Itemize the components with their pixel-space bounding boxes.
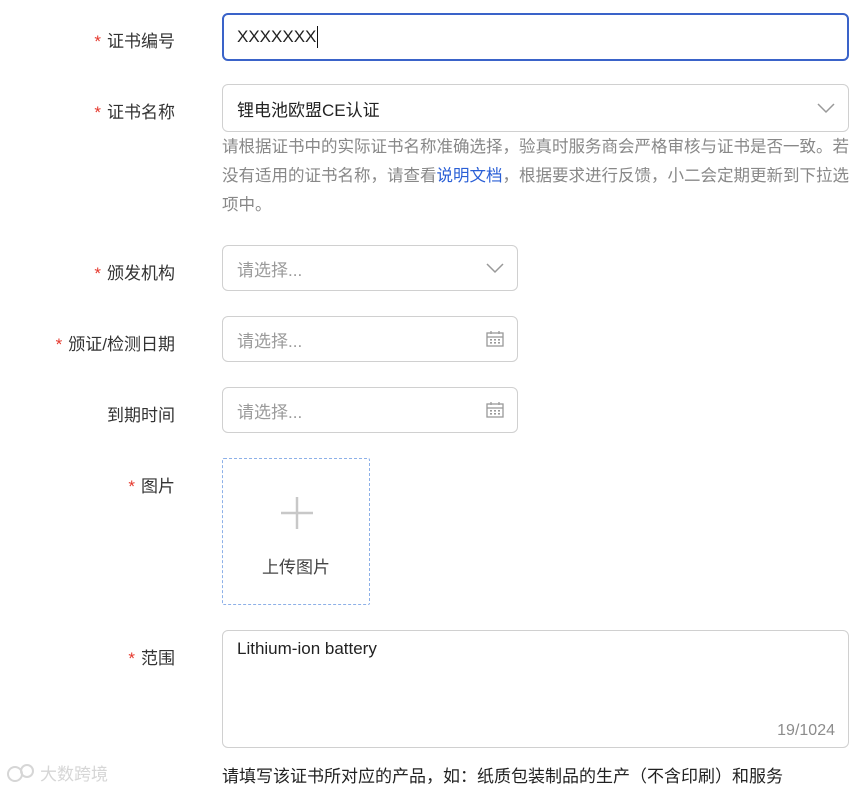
chevron-down-icon <box>817 103 835 114</box>
text-caret <box>317 26 319 48</box>
issue-date-placeholder: 请选择... <box>237 331 303 351</box>
issuer-placeholder: 请选择... <box>237 260 303 280</box>
cert-no-input[interactable]: XXXXXXX <box>222 13 849 61</box>
cert-name-hint: 请根据证书中的实际证书名称准确选择，验真时服务商会严格审核与证书是否一致。若没有… <box>222 138 849 214</box>
cert-no-value: XXXXXXX <box>237 27 317 46</box>
cert-name-label: * 证书名称 <box>94 103 175 122</box>
calendar-icon <box>486 402 504 418</box>
calendar-icon <box>486 331 504 347</box>
watermark: 大数跨境 <box>6 760 108 785</box>
issue-date-label: * 颁证/检测日期 <box>55 335 175 354</box>
doc-link[interactable]: 说明文档 <box>437 167 503 185</box>
issuer-label: * 颁发机构 <box>94 264 175 283</box>
scope-value: Lithium-ion battery <box>237 639 377 658</box>
required-mark: * <box>128 477 135 496</box>
scope-textarea[interactable]: Lithium-ion battery 19/1024 <box>222 630 849 748</box>
required-mark: * <box>94 264 101 283</box>
expire-date-placeholder: 请选择... <box>237 402 303 422</box>
scope-label: * 范围 <box>128 649 175 668</box>
required-mark: * <box>94 32 101 51</box>
expire-date-picker[interactable]: 请选择... <box>222 387 518 433</box>
cert-name-select[interactable]: 锂电池欧盟CE认证 <box>222 84 849 132</box>
image-label: * 图片 <box>128 477 175 496</box>
cert-no-label: * 证书编号 <box>94 32 175 51</box>
required-mark: * <box>55 335 63 354</box>
issue-date-picker[interactable]: 请选择... <box>222 316 518 362</box>
char-counter: 19/1024 <box>777 722 835 739</box>
expire-date-label: 到期时间 <box>107 406 175 425</box>
watermark-logo-icon <box>7 763 34 782</box>
scope-hint: 请填写该证书所对应的产品，如：纸质包装制品的生产（不含印刷）和服务 <box>222 767 783 786</box>
required-mark: * <box>128 649 135 668</box>
required-mark: * <box>94 103 101 122</box>
issuer-select[interactable]: 请选择... <box>222 245 518 291</box>
upload-label: 上传图片 <box>262 558 330 577</box>
watermark-text: 大数跨境 <box>40 765 108 784</box>
chevron-down-icon <box>486 263 504 274</box>
plus-icon <box>281 497 313 529</box>
image-upload-button[interactable]: 上传图片 <box>222 458 370 605</box>
cert-name-value: 锂电池欧盟CE认证 <box>237 100 380 120</box>
